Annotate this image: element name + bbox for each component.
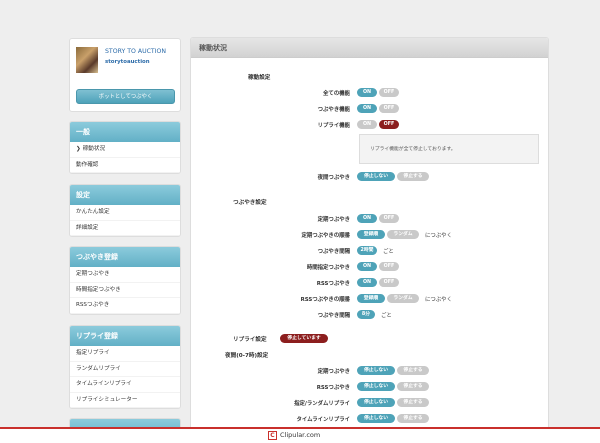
chevron-right-icon: ❯ — [76, 146, 81, 152]
night-specified-reply-label: 指定/ランダムリプライ — [294, 401, 350, 407]
clipular-logo-icon: C — [268, 431, 277, 440]
night-regular-stop-toggle[interactable]: 停止する — [397, 366, 429, 375]
footer-brand: Clipular.com — [280, 431, 321, 439]
tweet-interval-value[interactable]: 2時間 — [357, 246, 377, 255]
sidebar-heading-tweets: つぶやき登録 — [70, 247, 180, 267]
sidebar-item-detail-settings[interactable]: 詳細設定 — [70, 221, 180, 236]
sidebar-item-timed-tweets[interactable]: 時間指定つぶやき — [70, 283, 180, 298]
sidebar-item-check[interactable]: 動作確認 — [70, 158, 180, 173]
sidebar-panel-replies: リプライ登録 指定リプライ ランダムリプライ タイムラインリプライ リプライシミ… — [69, 325, 181, 409]
night-timeline-reply-label: タイムラインリプライ — [296, 417, 350, 423]
section-title-night-settings: 夜間(0-7時)設定 — [225, 353, 269, 359]
reply-function-label: リプライ機能 — [317, 123, 350, 129]
night-regular-label: 定期つぶやき — [317, 369, 350, 375]
all-functions-off-toggle[interactable]: OFF — [379, 88, 399, 97]
all-functions-on-toggle[interactable]: ON — [357, 88, 377, 97]
rss-order-random-toggle[interactable]: ランダム — [387, 294, 419, 303]
sidebar-heading-settings: 設定 — [70, 185, 180, 205]
sidebar-panel-tweets: つぶやき登録 定期つぶやき 時間指定つぶやき RSSつぶやき — [69, 246, 181, 315]
sidebar-item-label: 稼動状況 — [82, 146, 106, 152]
night-specified-reply-no-stop-toggle[interactable]: 停止しない — [357, 398, 395, 407]
tweet-function-off-toggle[interactable]: OFF — [379, 104, 399, 113]
regular-tweets-on-toggle[interactable]: ON — [357, 214, 377, 223]
reply-function-on-toggle[interactable]: ON — [357, 120, 377, 129]
rss-interval-suffix: ごと — [381, 313, 392, 319]
sidebar-item-regular-tweets[interactable]: 定期つぶやき — [70, 267, 180, 283]
sidebar-item-timeline-reply[interactable]: タイムラインリプライ — [70, 377, 180, 393]
rss-order-registered-toggle[interactable]: 登録順 — [357, 294, 385, 303]
tweet-function-on-toggle[interactable]: ON — [357, 104, 377, 113]
tweet-order-label: 定期つぶやきの順番 — [301, 233, 350, 239]
rss-tweets-on-toggle[interactable]: ON — [357, 278, 377, 287]
rss-order-label: RSSつぶやきの順番 — [300, 297, 350, 303]
sidebar-item-easy-settings[interactable]: かんたん設定 — [70, 205, 180, 221]
night-tweets-stop-toggle[interactable]: 停止する — [397, 172, 429, 181]
night-rss-stop-toggle[interactable]: 停止する — [397, 382, 429, 391]
profile-card: STORY TO AUCTION storytoauction ボットとしてつぶ… — [69, 38, 181, 112]
reply-function-off-toggle[interactable]: OFF — [379, 120, 399, 129]
sidebar-heading-general: 一般 — [70, 122, 180, 142]
profile-id[interactable]: storytoauction — [105, 59, 150, 65]
sidebar-item-status[interactable]: ❯ 稼動状況 — [70, 142, 180, 158]
sidebar-panel-general: 一般 ❯ 稼動状況 動作確認 — [69, 121, 181, 174]
sidebar-item-rss-tweets[interactable]: RSSつぶやき — [70, 298, 180, 314]
regular-tweets-label: 定期つぶやき — [317, 217, 350, 223]
night-timeline-reply-no-stop-toggle[interactable]: 停止しない — [357, 414, 395, 423]
night-specified-reply-stop-toggle[interactable]: 停止する — [397, 398, 429, 407]
main-panel: 稼動状況 稼動設定 全ての機能 ON OFF つぶやき機能 ON OFF リプラ… — [190, 37, 549, 443]
sidebar-item-random-reply[interactable]: ランダムリプライ — [70, 362, 180, 377]
sidebar-item-reply-simulator[interactable]: リプライシミュレーター — [70, 393, 180, 408]
sidebar-item-specified-reply[interactable]: 指定リプライ — [70, 346, 180, 362]
tweet-as-bot-button[interactable]: ボットとしてつぶやく — [76, 89, 175, 104]
footer-logo[interactable]: C Clipular.com — [268, 431, 320, 440]
section-title-tweet-settings: つぶやき設定 — [233, 200, 267, 206]
timed-tweets-label: 時間指定つぶやき — [306, 265, 350, 271]
night-regular-no-stop-toggle[interactable]: 停止しない — [357, 366, 395, 375]
timed-tweets-on-toggle[interactable]: ON — [357, 262, 377, 271]
order-suffix: につぶやく — [425, 233, 452, 239]
tweet-interval-suffix: ごと — [383, 249, 394, 255]
rss-tweets-off-toggle[interactable]: OFF — [379, 278, 399, 287]
night-rss-label: RSSつぶやき — [316, 385, 350, 391]
regular-tweets-off-toggle[interactable]: OFF — [379, 214, 399, 223]
night-tweets-label: 夜間つぶやき — [317, 175, 350, 181]
tweet-function-label: つぶやき機能 — [317, 107, 350, 113]
night-timeline-reply-stop-toggle[interactable]: 停止する — [397, 414, 429, 423]
rss-tweets-label: RSSつぶやき — [316, 281, 350, 287]
rss-interval-value[interactable]: 8分 — [357, 310, 375, 319]
timed-tweets-off-toggle[interactable]: OFF — [379, 262, 399, 271]
sidebar-panel-settings: 設定 かんたん設定 詳細設定 — [69, 184, 181, 237]
profile-name[interactable]: STORY TO AUCTION — [105, 48, 166, 55]
reply-stopped-badge: 停止しています — [280, 334, 328, 343]
order-random-toggle[interactable]: ランダム — [387, 230, 419, 239]
night-rss-no-stop-toggle[interactable]: 停止しない — [357, 382, 395, 391]
order-registered-toggle[interactable]: 登録順 — [357, 230, 385, 239]
night-tweets-no-stop-toggle[interactable]: 停止しない — [357, 172, 395, 181]
avatar[interactable] — [76, 47, 98, 73]
section-title-status: 稼動設定 — [248, 75, 271, 81]
tweet-interval-label: つぶやき間隔 — [317, 249, 350, 255]
rss-interval-label: つぶやき間隔 — [317, 313, 350, 319]
page-title: 稼動状況 — [191, 38, 548, 58]
sidebar-heading-replies: リプライ登録 — [70, 326, 180, 346]
footer-bar: C Clipular.com — [0, 427, 600, 443]
rss-order-suffix: につぶやく — [425, 297, 452, 303]
reply-stopped-notice: リプライ機能が全て停止しております。 — [359, 134, 539, 164]
all-functions-label: 全ての機能 — [323, 91, 350, 97]
section-title-reply-settings: リプライ設定 — [233, 337, 267, 343]
